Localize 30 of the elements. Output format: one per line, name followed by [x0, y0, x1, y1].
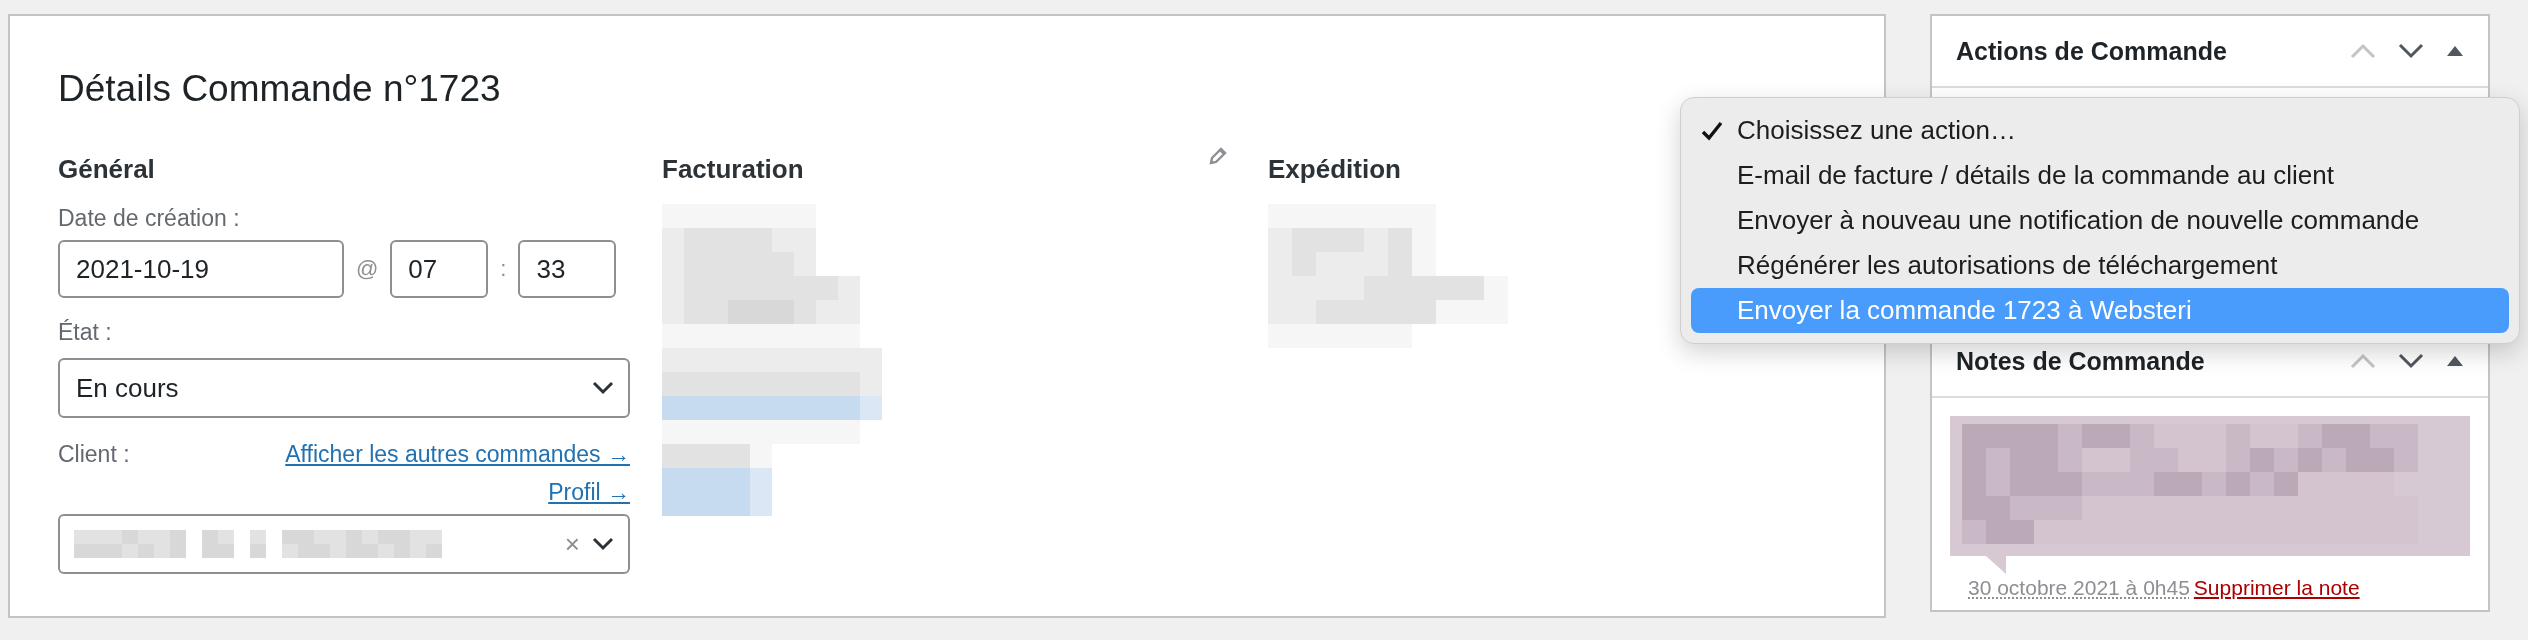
- client-label: Client :: [58, 440, 130, 469]
- status-select[interactable]: En cours: [58, 358, 630, 418]
- note-date: 30 octobre 2021 à 0h45: [1968, 576, 2190, 599]
- section-heading: Général: [58, 154, 156, 184]
- menu-item[interactable]: Envoyer à nouveau une notification de nouvelle commande: [1691, 198, 2509, 243]
- date-field[interactable]: 2021-10-19: [58, 240, 344, 298]
- menu-item[interactable]: Choisissez une action…: [1691, 108, 2509, 153]
- menu-item[interactable]: Régénérer les autorisations de téléchargement: [1691, 243, 2509, 288]
- menu-item[interactable]: E-mail de facture / détails de la commande au client: [1691, 153, 2509, 198]
- move-down-icon[interactable]: [2398, 43, 2424, 59]
- status-label: État :: [58, 318, 113, 346]
- section-heading: Expédition: [1268, 154, 1401, 184]
- collapse-icon[interactable]: [2446, 45, 2464, 57]
- date-label: Date de création :: [58, 204, 241, 232]
- customer-link[interactable]: Profil →: [548, 478, 630, 506]
- panel-title: Notes de Commande: [1956, 346, 2206, 376]
- chevron-down-icon: [592, 381, 614, 395]
- delete-note-link[interactable]: Supprimer la note: [2193, 576, 2360, 599]
- chevron-down-icon: [592, 537, 614, 551]
- panel-title: Actions de Commande: [1956, 36, 2228, 66]
- move-down-icon[interactable]: [2398, 353, 2424, 369]
- collapse-icon[interactable]: [2446, 355, 2464, 367]
- at-sign: @: [355, 256, 380, 282]
- section-heading: Facturation: [662, 154, 805, 184]
- pencil-icon[interactable]: [1208, 146, 1228, 166]
- customer-link[interactable]: Afficher les autres commandes →: [285, 440, 630, 468]
- minute-field[interactable]: 33: [518, 240, 617, 298]
- hour-field[interactable]: 07: [390, 240, 489, 298]
- order-title: Détails Commande n°1723: [58, 68, 502, 110]
- time-colon: :: [499, 256, 508, 282]
